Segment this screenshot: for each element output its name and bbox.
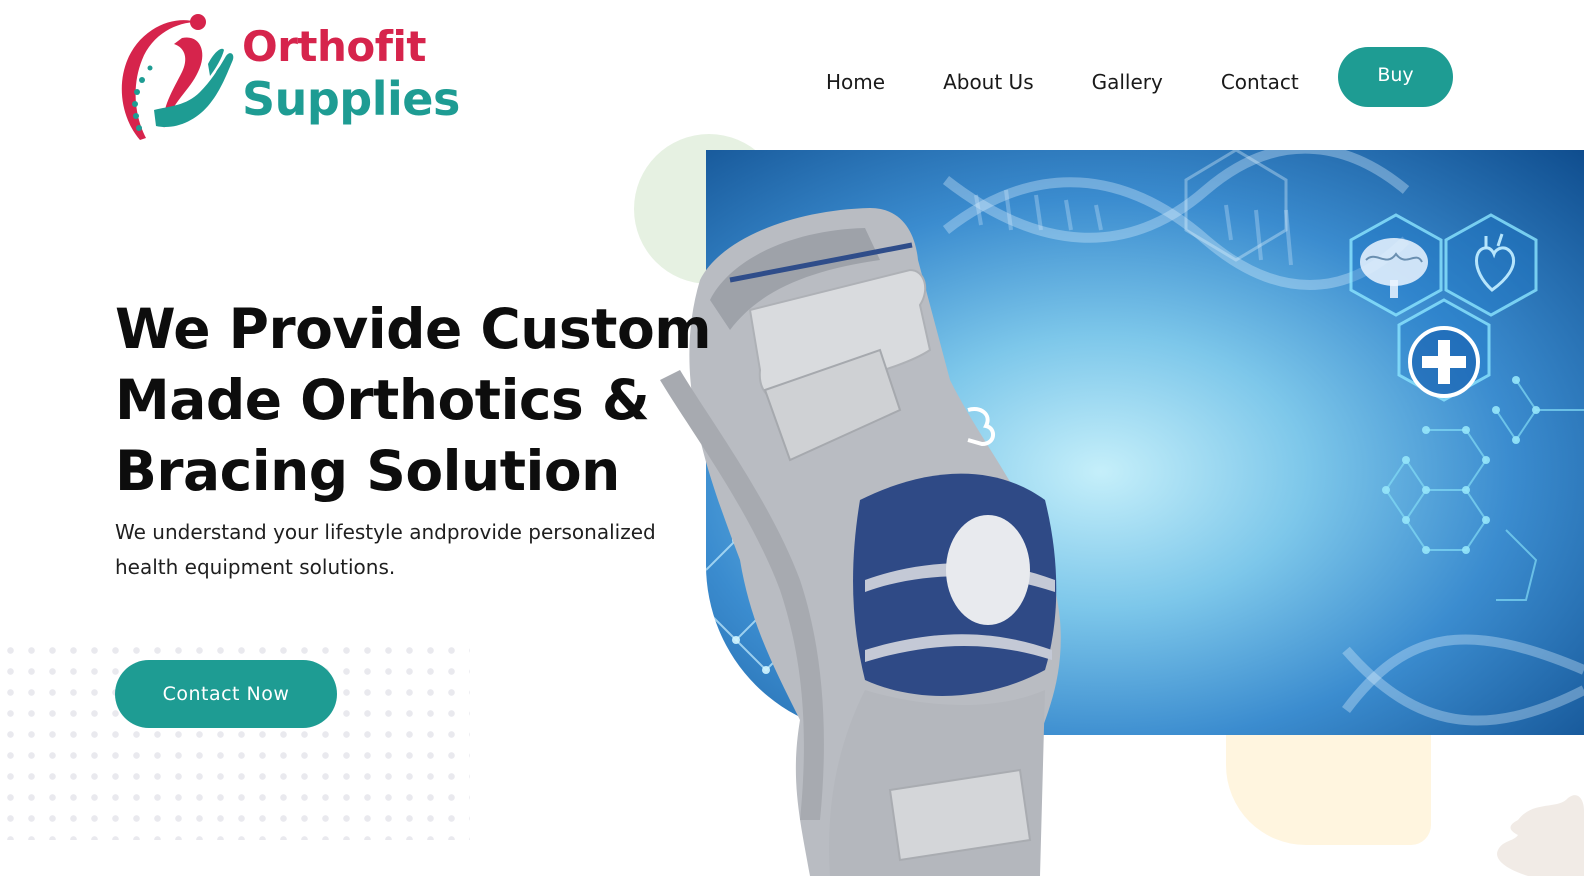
nav-about-link[interactable]: About Us — [943, 68, 1034, 96]
brand-name-line2: Supplies — [242, 72, 460, 126]
medical-plus-icon — [1408, 326, 1480, 398]
brand-logo[interactable]: Orthofit Supplies — [112, 10, 460, 152]
contact-now-button[interactable]: Contact Now — [115, 660, 337, 728]
main-nav: Home About Us Gallery Contact — [826, 68, 1357, 96]
buy-button[interactable]: Buy — [1338, 47, 1453, 107]
nav-home-link[interactable]: Home — [826, 68, 885, 96]
brand-name-line1: Orthofit — [242, 22, 427, 71]
hand-figure-logo-icon — [121, 14, 234, 140]
hero-subline: We understand your lifestyle andprovide … — [115, 520, 656, 579]
decorative-splat — [1497, 795, 1584, 876]
nav-contact-link[interactable]: Contact — [1221, 68, 1299, 96]
hero-headline: We Provide Custom Made Orthotics & Braci… — [115, 297, 712, 503]
nav-gallery-link[interactable]: Gallery — [1092, 68, 1163, 96]
